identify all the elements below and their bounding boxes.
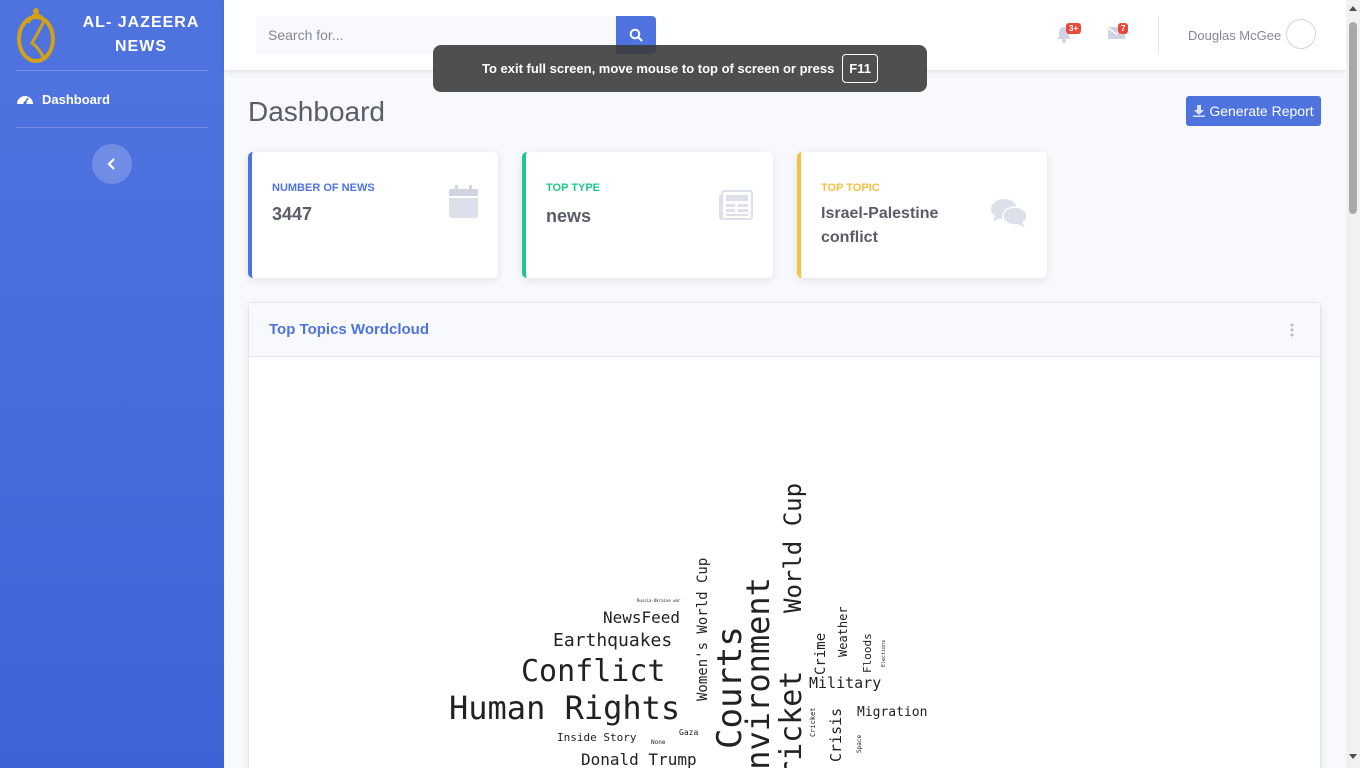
wordcloud: Human RightsConflict CourtsEnvironmentCri… [449, 483, 927, 768]
al-jazeera-logo-icon [17, 8, 55, 63]
wordcloud-word: Russia-Ukraine war [637, 598, 681, 603]
alerts-button[interactable]: 3+ [1056, 23, 1082, 44]
wordcloud-word: Crisis [827, 708, 845, 762]
wordcloud-word: Conflict [521, 654, 666, 689]
user-name[interactable]: Douglas McGee [1188, 28, 1281, 43]
wordcloud-word: World Cup [779, 483, 807, 613]
wordcloud-word: Cricket [809, 707, 817, 737]
wordcloud-word: Migration [857, 705, 927, 720]
chevron-left-icon [107, 158, 115, 170]
download-icon [1193, 105, 1206, 117]
ellipsis-vertical-icon[interactable] [1290, 323, 1294, 337]
wordcloud-word: None [651, 739, 666, 746]
messages-count-badge: 7 [1118, 23, 1129, 34]
wordcloud-word: Women's World Cup [695, 558, 711, 701]
card-value: news [546, 206, 592, 226]
messages-button[interactable]: 7 [1107, 23, 1129, 44]
card-value: Israel-Palestine conflict [821, 205, 939, 246]
wordcloud-card: Top Topics Wordcloud Human Rights Conflic… [248, 302, 1321, 768]
card-label: Top Topic [821, 182, 880, 194]
sidebar-divider [16, 127, 208, 128]
stat-card-top-type: Top Type news [522, 152, 773, 278]
scrollbar[interactable] [1346, 0, 1360, 768]
fullscreen-key: F11 [842, 54, 878, 83]
fullscreen-notice-text: To exit full screen, move mouse to top o… [482, 61, 835, 76]
topbar-divider [1158, 16, 1159, 54]
wordcloud-word: Earthquakes [553, 630, 672, 651]
card-label: Top Type [546, 182, 601, 194]
scroll-down-arrow-icon[interactable] [1349, 754, 1357, 759]
scrollbar-thumb[interactable] [1349, 22, 1357, 214]
sidebar: AL- JAZEERA NEWS Dashboard [0, 0, 224, 768]
wordcloud-header: Top Topics Wordcloud [249, 303, 1320, 357]
wordcloud-word: Donald Trump [581, 750, 697, 768]
comments-icon [991, 199, 1028, 228]
card-label: Number of News [272, 182, 375, 194]
sidebar-item-dashboard[interactable]: Dashboard [0, 71, 224, 127]
wordcloud-word: Environment [739, 577, 777, 768]
tachometer-icon [17, 96, 33, 105]
page-title: Dashboard [248, 96, 385, 127]
stat-card-top-topic: Top Topic Israel-Palestine conflict [797, 152, 1047, 278]
avatar[interactable] [1286, 19, 1316, 49]
sidebar-brand[interactable]: AL- JAZEERA NEWS [0, 0, 224, 70]
wordcloud-word: Human Rights [449, 689, 680, 727]
sidebar-toggle-button[interactable] [92, 144, 132, 184]
wordcloud-word: Space [856, 735, 863, 753]
sidebar-item-label: Dashboard [42, 91, 110, 107]
wordcloud-word: Inside Story [557, 731, 637, 744]
wordcloud-word: Crime [813, 633, 829, 675]
generate-report-label: Generate Report [1209, 103, 1314, 119]
card-value: 3447 [272, 204, 313, 224]
scroll-up-arrow-icon[interactable] [1349, 6, 1357, 11]
wordcloud-word: Cricket [774, 671, 809, 768]
wordcloud-title: Top Topics Wordcloud [269, 321, 429, 338]
wordcloud-word: Military [809, 674, 881, 692]
search-icon [629, 28, 643, 42]
fullscreen-notice: To exit full screen, move mouse to top o… [433, 45, 927, 92]
wordcloud-word: Weather [836, 606, 850, 657]
wordcloud-word: Gaza [679, 728, 698, 737]
generate-report-button[interactable]: Generate Report [1186, 96, 1321, 126]
wordcloud-word: NewsFeed [603, 608, 680, 627]
wordcloud-word: Elections [881, 640, 887, 667]
brand-name: AL- JAZEERA NEWS [82, 14, 200, 55]
newspaper-icon [719, 190, 753, 220]
alerts-count-badge: 3+ [1066, 23, 1082, 34]
calendar-icon [449, 185, 478, 218]
wordcloud-word: Floods [861, 633, 874, 673]
stat-card-number-of-news: Number of News 3447 [248, 152, 498, 278]
